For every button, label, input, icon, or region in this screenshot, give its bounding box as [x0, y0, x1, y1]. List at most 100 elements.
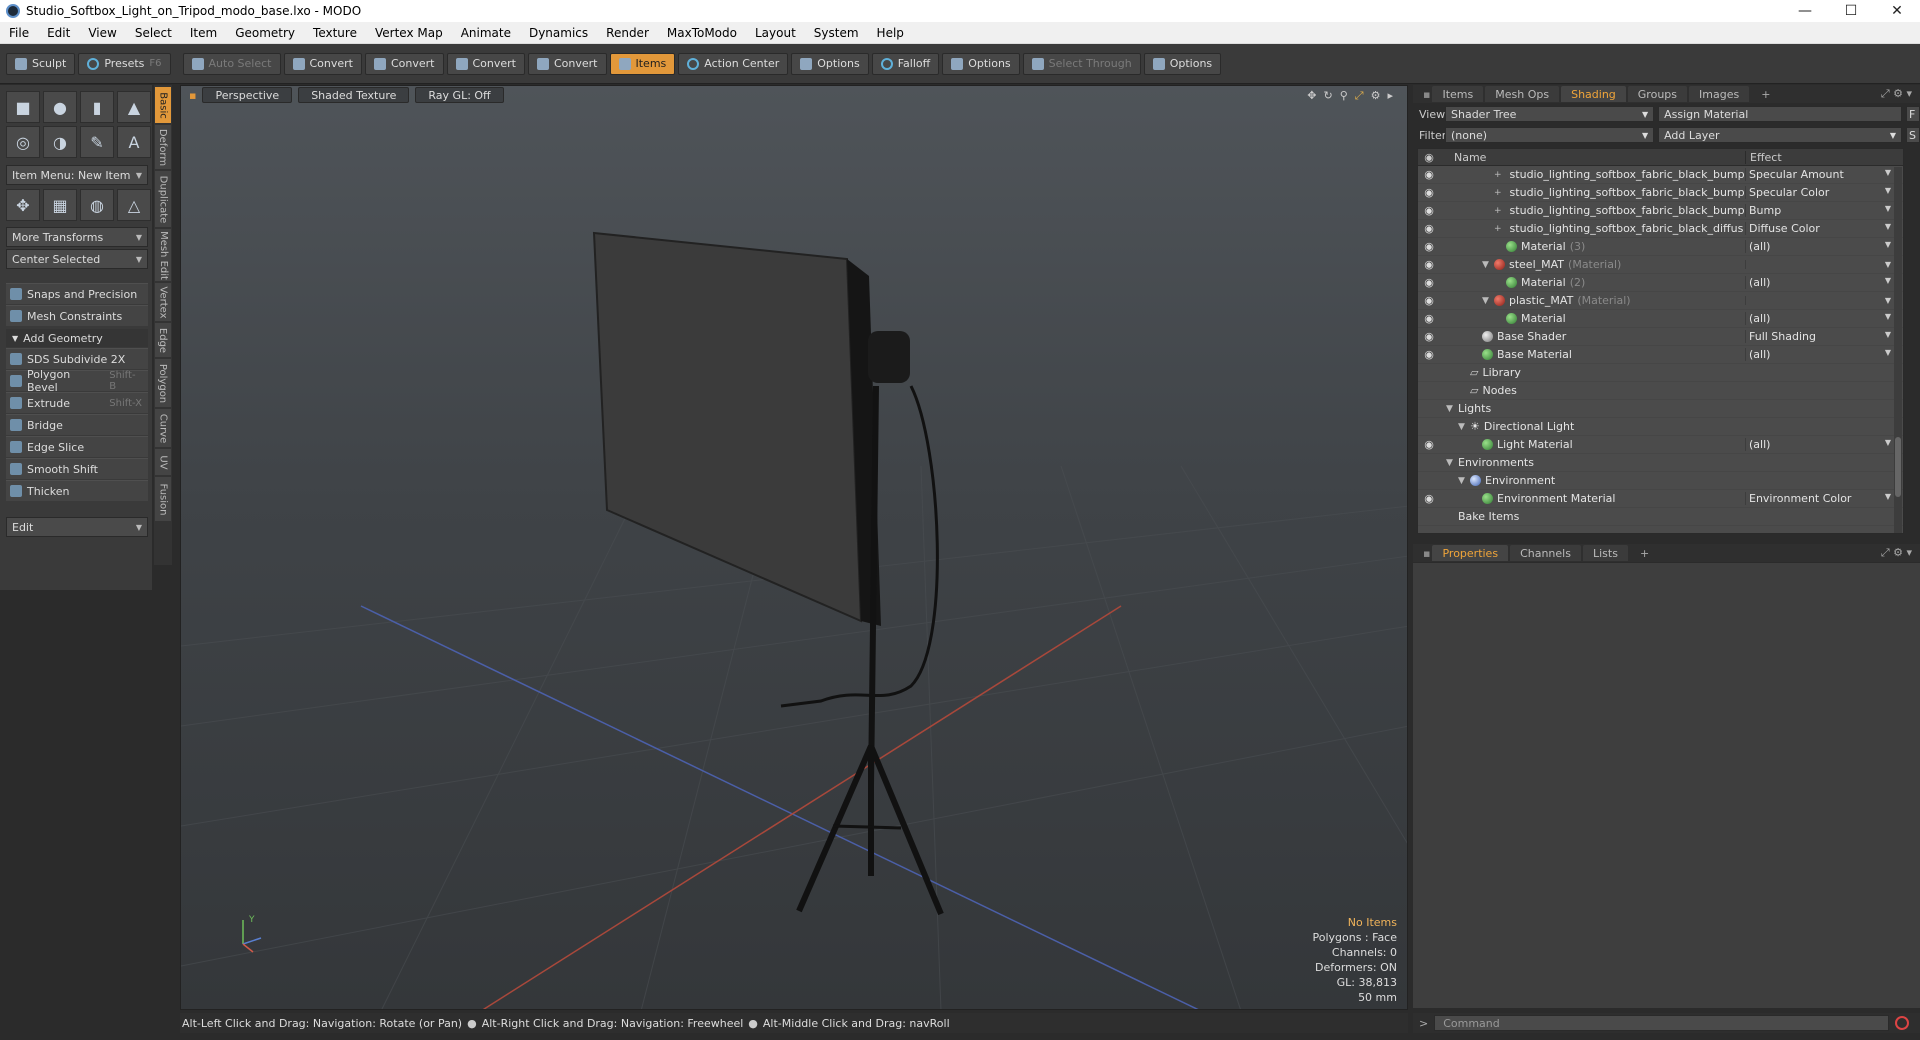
s-button[interactable]: S	[1906, 127, 1920, 143]
menu-view[interactable]: View	[79, 26, 125, 40]
expand-toggle-icon[interactable]: +	[1494, 188, 1502, 198]
item-menu-dropdown[interactable]: Item Menu: New Item ▼	[6, 165, 148, 185]
snaps-precision-button[interactable]: Snaps and Precision	[6, 283, 148, 304]
fit-icon[interactable]: ⤢	[1355, 89, 1364, 103]
sculpt-button[interactable]: Sculpt	[6, 52, 76, 75]
shader-tree-row[interactable]: ◉ Material (3) (all) ▼	[1418, 238, 1903, 256]
row-effect-cell[interactable]: (all) ▼	[1745, 276, 1895, 289]
panel-menu-dot[interactable]: ▪	[1423, 88, 1430, 101]
add-geometry-section[interactable]: ▼ Add Geometry	[6, 329, 148, 347]
edge-slice-button[interactable]: Edge Slice	[6, 436, 148, 457]
row-effect-cell[interactable]: Specular Color ▼	[1745, 186, 1895, 199]
menu-edit[interactable]: Edit	[38, 26, 79, 40]
expand-toggle-icon[interactable]: +	[1494, 170, 1502, 180]
expand-toggle-icon[interactable]: ▼	[1482, 260, 1490, 270]
tab-images[interactable]: Images	[1689, 86, 1750, 102]
shader-tree-row[interactable]: ▱ Nodes	[1418, 382, 1903, 400]
shader-tree-row[interactable]: ◉ Material (all) ▼	[1418, 310, 1903, 328]
shader-tree-row[interactable]: ▼ ☀ Directional Light	[1418, 418, 1903, 436]
action-center-options-button[interactable]: Options	[791, 52, 869, 75]
row-effect-cell[interactable]: Bump ▼	[1745, 204, 1895, 217]
visibility-eye-icon[interactable]: ◉	[1418, 312, 1440, 325]
visibility-eye-icon[interactable]: ◉	[1418, 276, 1440, 289]
shader-tree-row[interactable]: ◉ ▼ plastic_MAT (Material) ▼	[1418, 292, 1903, 310]
row-effect-cell[interactable]: Diffuse Color ▼	[1745, 222, 1895, 235]
panel-options-icons[interactable]: ⤢ ⚙ ▾	[1881, 87, 1912, 101]
expand-toggle-icon[interactable]: ▼	[1446, 404, 1454, 414]
expand-toggle-icon[interactable]: ▼	[1458, 422, 1466, 432]
extrude-button[interactable]: Extrude Shift-X	[6, 392, 148, 413]
row-effect-cell[interactable]: (all) ▼	[1745, 348, 1895, 361]
tab-lists[interactable]: Lists	[1582, 545, 1628, 561]
shader-tree-row[interactable]: ◉ Base Shader Full Shading ▼	[1418, 328, 1903, 346]
globe-icon[interactable]: ◍	[80, 189, 114, 221]
presets-button[interactable]: Presets F6	[78, 52, 171, 75]
scrollbar-thumb[interactable]	[1895, 437, 1901, 497]
smooth-shift-button[interactable]: Smooth Shift	[6, 458, 148, 479]
mesh-constraints-button[interactable]: Mesh Constraints	[6, 305, 148, 326]
select-through-options-button[interactable]: Options	[1143, 52, 1222, 75]
row-effect-cell[interactable]: (all) ▼	[1745, 438, 1895, 451]
capsule-icon[interactable]: ◑	[43, 126, 77, 158]
add-tab-icon[interactable]: +	[1630, 545, 1659, 561]
menu-file[interactable]: File	[0, 26, 38, 40]
visibility-eye-icon[interactable]: ◉	[1418, 348, 1440, 361]
visibility-eye-icon[interactable]: ◉	[1418, 186, 1440, 199]
tab-vertex[interactable]: Vertex	[155, 283, 171, 321]
bridge-button[interactable]: Bridge	[6, 414, 148, 435]
torus-icon[interactable]: ◎	[6, 126, 40, 158]
column-name[interactable]: Name	[1440, 151, 1745, 164]
rotate-icon[interactable]: ↻	[1324, 89, 1333, 103]
expand-toggle-icon[interactable]: +	[1494, 206, 1502, 216]
menu-animate[interactable]: Animate	[452, 26, 520, 40]
row-effect-cell[interactable]: (all) ▼	[1745, 240, 1895, 253]
menu-help[interactable]: Help	[868, 26, 913, 40]
menu-layout[interactable]: Layout	[746, 26, 805, 40]
view-dropdown[interactable]: Shader Tree ▼	[1445, 106, 1655, 122]
menu-texture[interactable]: Texture	[304, 26, 366, 40]
close-button[interactable]: ✕	[1874, 0, 1920, 22]
shader-tree-row[interactable]: ▱ Library	[1418, 364, 1903, 382]
visibility-eye-icon[interactable]: ◉	[1418, 204, 1440, 217]
sds-subdivide-button[interactable]: SDS Subdivide 2X	[6, 348, 148, 369]
polygon-bevel-button[interactable]: Polygon Bevel Shift-B	[6, 368, 148, 394]
thicken-button[interactable]: Thicken	[6, 480, 148, 501]
transform-icon[interactable]: ✥	[6, 189, 40, 221]
expand-toggle-icon[interactable]: ▼	[1458, 476, 1466, 486]
tab-mesh-edit[interactable]: Mesh Edit	[155, 229, 171, 281]
assign-material-dropdown[interactable]: Assign Material	[1658, 106, 1903, 122]
expand-toggle-icon[interactable]: +	[1494, 224, 1502, 234]
expand-toggle-icon[interactable]: ▼	[1446, 458, 1454, 468]
convert-vertices-button[interactable]: Convert	[283, 52, 362, 75]
grid-icon[interactable]: ▦	[43, 189, 77, 221]
panel-options-icons[interactable]: ⤢ ⚙ ▾	[1881, 546, 1912, 560]
command-input[interactable]: Command	[1434, 1015, 1890, 1031]
3d-viewport[interactable]: Y ▪ Perspective Shaded Texture Ray GL: O…	[180, 85, 1408, 1010]
visibility-eye-icon[interactable]: ◉	[1418, 492, 1440, 505]
tab-duplicate[interactable]: Duplicate	[155, 171, 171, 227]
menu-dynamics[interactable]: Dynamics	[520, 26, 597, 40]
raygl-button[interactable]: Ray GL: Off	[415, 87, 504, 103]
cylinder-icon[interactable]: ▮	[80, 91, 114, 123]
cube-icon[interactable]: ■	[6, 91, 40, 123]
convert-edges-button[interactable]: Convert	[365, 52, 444, 75]
zoom-icon[interactable]: ⚲	[1340, 89, 1348, 103]
shader-tree-row[interactable]: ◉ + studio_lighting_softbox_fabric_black_b…	[1418, 166, 1903, 184]
tab-deform[interactable]: Deform	[155, 125, 171, 169]
tree-scrollbar[interactable]	[1894, 167, 1902, 533]
column-effect[interactable]: Effect	[1745, 150, 1895, 164]
view-mode-button[interactable]: Perspective	[202, 87, 293, 103]
convert-materials-button[interactable]: Convert	[528, 52, 607, 75]
viewport-menu-dot[interactable]: ▪	[189, 89, 196, 102]
auto-select-button[interactable]: Auto Select	[182, 52, 281, 75]
tab-edge[interactable]: Edge	[155, 323, 171, 357]
shader-tree-row[interactable]: ◉ + studio_lighting_softbox_fabric_black_b…	[1418, 202, 1903, 220]
tab-polygon[interactable]: Polygon	[155, 359, 171, 407]
more-transforms-dropdown[interactable]: More Transforms ▼	[6, 227, 148, 247]
row-effect-cell[interactable]: Specular Amount ▼	[1745, 168, 1895, 181]
expand-arrow-icon[interactable]: ▸	[1387, 89, 1393, 103]
visibility-eye-icon[interactable]: ◉	[1418, 438, 1440, 451]
menu-geometry[interactable]: Geometry	[226, 26, 304, 40]
visibility-eye-icon[interactable]: ◉	[1418, 240, 1440, 253]
visibility-eye-icon[interactable]: ◉	[1418, 294, 1440, 307]
